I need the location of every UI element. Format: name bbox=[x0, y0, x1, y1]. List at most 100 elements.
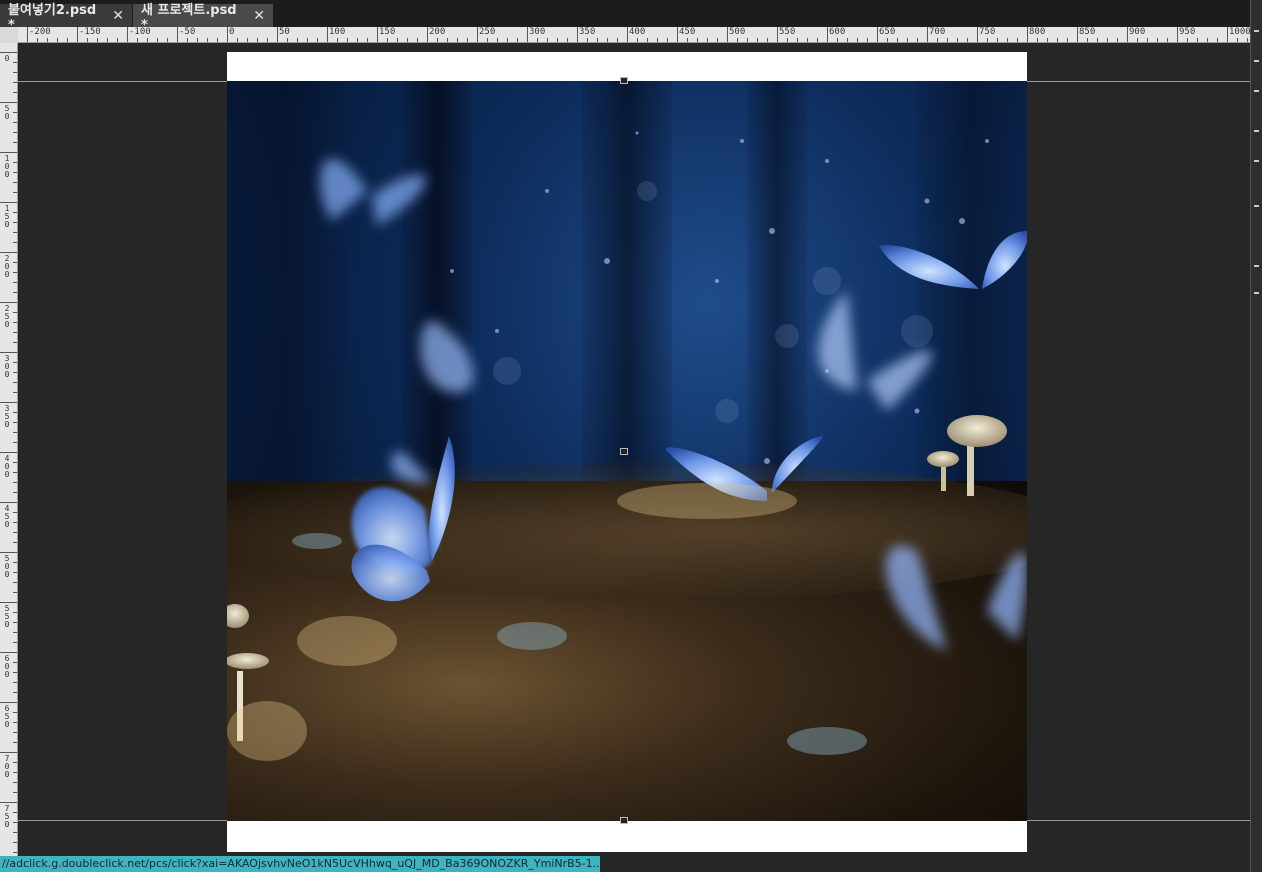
tab-paste2-psd[interactable]: 붙여넣기2.psd * ✕ bbox=[0, 3, 132, 33]
ruler-minor-tick bbox=[13, 442, 17, 443]
ruler-minor-tick bbox=[13, 312, 17, 313]
ruler-label: -200 bbox=[29, 27, 51, 37]
ruler-minor-tick bbox=[1217, 38, 1218, 42]
panel-icon[interactable] bbox=[1254, 265, 1259, 267]
ruler-minor-tick bbox=[977, 27, 978, 42]
ruler-minor-tick bbox=[27, 27, 28, 42]
ruler-minor-tick bbox=[507, 38, 508, 42]
ruler-minor-tick bbox=[13, 182, 17, 183]
ruler-minor-tick bbox=[13, 192, 17, 193]
ruler-minor-tick bbox=[1017, 38, 1018, 42]
ruler-minor-tick bbox=[137, 38, 138, 42]
ruler-minor-tick bbox=[13, 202, 17, 203]
ruler-minor-tick bbox=[1137, 38, 1138, 42]
ruler-minor-tick bbox=[13, 692, 17, 693]
ruler-minor-tick bbox=[13, 112, 17, 113]
ruler-minor-tick bbox=[13, 102, 17, 103]
ruler-minor-tick bbox=[13, 532, 17, 533]
transform-handle-bottom[interactable] bbox=[620, 817, 628, 824]
ruler-minor-tick bbox=[67, 38, 68, 42]
ruler-minor-tick bbox=[817, 38, 818, 42]
ruler-minor-tick bbox=[13, 502, 17, 503]
ruler-minor-tick bbox=[1207, 38, 1208, 42]
close-icon[interactable]: ✕ bbox=[112, 8, 124, 24]
ruler-label: 750 bbox=[4, 804, 10, 829]
ruler-label: 450 bbox=[679, 27, 696, 37]
ruler-minor-tick bbox=[487, 38, 488, 42]
tab-new-project-psd[interactable]: 새 프로젝트.psd * ✕ bbox=[133, 3, 273, 33]
ruler-minor-tick bbox=[13, 402, 17, 403]
ruler-minor-tick bbox=[1177, 27, 1178, 42]
ruler-minor-tick bbox=[13, 392, 17, 393]
ruler-minor-tick bbox=[647, 38, 648, 42]
ruler-minor-tick bbox=[347, 38, 348, 42]
ruler-minor-tick bbox=[13, 682, 17, 683]
ruler-minor-tick bbox=[13, 92, 17, 93]
ruler-minor-tick bbox=[237, 38, 238, 42]
ruler-minor-tick bbox=[207, 38, 208, 42]
ruler-minor-tick bbox=[737, 38, 738, 42]
ruler-minor-tick bbox=[327, 27, 328, 42]
panel-icon[interactable] bbox=[1254, 30, 1259, 32]
ruler-minor-tick bbox=[1007, 38, 1008, 42]
ruler-label: 550 bbox=[779, 27, 796, 37]
ruler-minor-tick bbox=[1197, 38, 1198, 42]
vertical-ruler[interactable]: 0 50 100 150 200 250 300 350 400 450 500 550 600 650 7… bbox=[0, 43, 18, 872]
ruler-minor-tick bbox=[13, 832, 17, 833]
ruler-minor-tick bbox=[13, 842, 17, 843]
ruler-minor-tick bbox=[13, 542, 17, 543]
ruler-label: 0 bbox=[229, 27, 235, 37]
close-icon[interactable]: ✕ bbox=[253, 8, 265, 24]
document-canvas[interactable] bbox=[227, 52, 1027, 852]
ruler-label: 700 bbox=[4, 754, 10, 779]
ruler-minor-tick bbox=[407, 38, 408, 42]
ruler-label: -100 bbox=[129, 27, 151, 37]
panel-icon[interactable] bbox=[1254, 205, 1259, 207]
ruler-minor-tick bbox=[927, 27, 928, 42]
ruler-minor-tick bbox=[13, 782, 17, 783]
ruler-minor-tick bbox=[877, 27, 878, 42]
panel-icon[interactable] bbox=[1254, 292, 1259, 294]
ruler-label: -50 bbox=[179, 27, 196, 37]
ruler-minor-tick bbox=[717, 38, 718, 42]
transform-handle-top[interactable] bbox=[620, 77, 628, 84]
ruler-label: 1000 bbox=[1229, 27, 1250, 37]
ruler-minor-tick bbox=[1247, 38, 1248, 42]
ruler-minor-tick bbox=[13, 522, 17, 523]
ruler-minor-tick bbox=[947, 38, 948, 42]
ruler-minor-tick bbox=[13, 662, 17, 663]
ruler-minor-tick bbox=[13, 572, 17, 573]
ruler-minor-tick bbox=[13, 162, 17, 163]
ruler-minor-tick bbox=[557, 38, 558, 42]
ruler-label: 650 bbox=[879, 27, 896, 37]
right-panel-strip[interactable] bbox=[1250, 0, 1262, 872]
ruler-minor-tick bbox=[657, 38, 658, 42]
ruler-label: 500 bbox=[729, 27, 746, 37]
ruler-minor-tick bbox=[767, 38, 768, 42]
ruler-minor-tick bbox=[13, 462, 17, 463]
ruler-minor-tick bbox=[417, 38, 418, 42]
ruler-label: 900 bbox=[1129, 27, 1146, 37]
transform-handle-center[interactable] bbox=[620, 448, 628, 455]
ruler-minor-tick bbox=[13, 52, 17, 53]
ruler-minor-tick bbox=[517, 38, 518, 42]
ruler-minor-tick bbox=[597, 38, 598, 42]
panel-icon[interactable] bbox=[1254, 160, 1259, 162]
ruler-minor-tick bbox=[687, 38, 688, 42]
ruler-minor-tick bbox=[917, 38, 918, 42]
horizontal-ruler[interactable]: -200 -150 -100 -50 0 50 100 150 200 250 300 350 400 4… bbox=[0, 27, 1250, 43]
ruler-label: 500 bbox=[4, 554, 10, 579]
ruler-minor-tick bbox=[13, 82, 17, 83]
panel-icon[interactable] bbox=[1254, 90, 1259, 92]
panel-icon[interactable] bbox=[1254, 60, 1259, 62]
ruler-minor-tick bbox=[957, 38, 958, 42]
panel-icon[interactable] bbox=[1254, 130, 1259, 132]
ruler-minor-tick bbox=[307, 38, 308, 42]
ruler-minor-tick bbox=[887, 38, 888, 42]
ruler-minor-tick bbox=[587, 38, 588, 42]
ruler-minor-tick bbox=[357, 38, 358, 42]
canvas-workspace[interactable] bbox=[18, 43, 1250, 872]
ruler-minor-tick bbox=[13, 142, 17, 143]
ruler-minor-tick bbox=[13, 72, 17, 73]
ruler-minor-tick bbox=[447, 38, 448, 42]
